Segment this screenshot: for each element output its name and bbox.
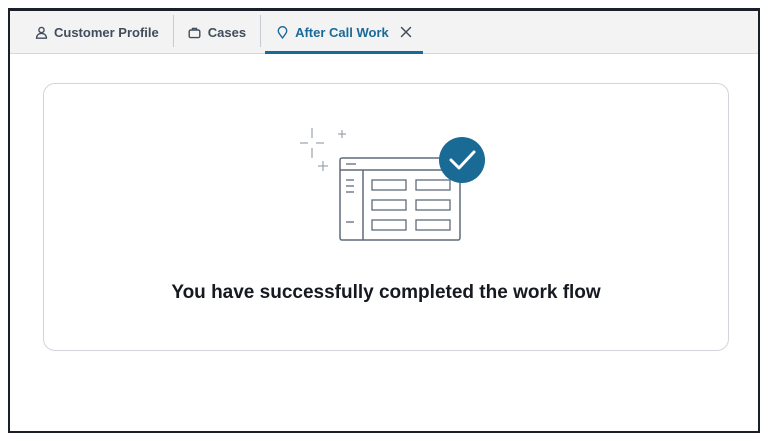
close-icon[interactable] — [399, 25, 413, 39]
check-circle-icon — [439, 137, 485, 183]
tab-customer-profile[interactable]: Customer Profile — [10, 11, 173, 53]
tab-label: Customer Profile — [54, 24, 159, 40]
sparkle-icon — [300, 128, 346, 171]
completed-table-check-icon — [296, 122, 496, 244]
app-window: Customer Profile Cases After Call Work Y… — [8, 8, 760, 433]
tab-cases[interactable]: Cases — [174, 11, 260, 53]
tab-label: After Call Work — [295, 24, 389, 40]
tab-bar: Customer Profile Cases After Call Work — [10, 11, 758, 54]
user-icon — [34, 25, 48, 39]
tab-after-call-work[interactable]: After Call Work — [261, 11, 427, 54]
tab-label: Cases — [207, 24, 247, 40]
map-pin-icon — [275, 25, 289, 39]
success-message: You have successfully completed the work… — [171, 282, 601, 303]
briefcase-icon — [188, 25, 202, 39]
completion-card: You have successfully completed the work… — [43, 83, 729, 351]
